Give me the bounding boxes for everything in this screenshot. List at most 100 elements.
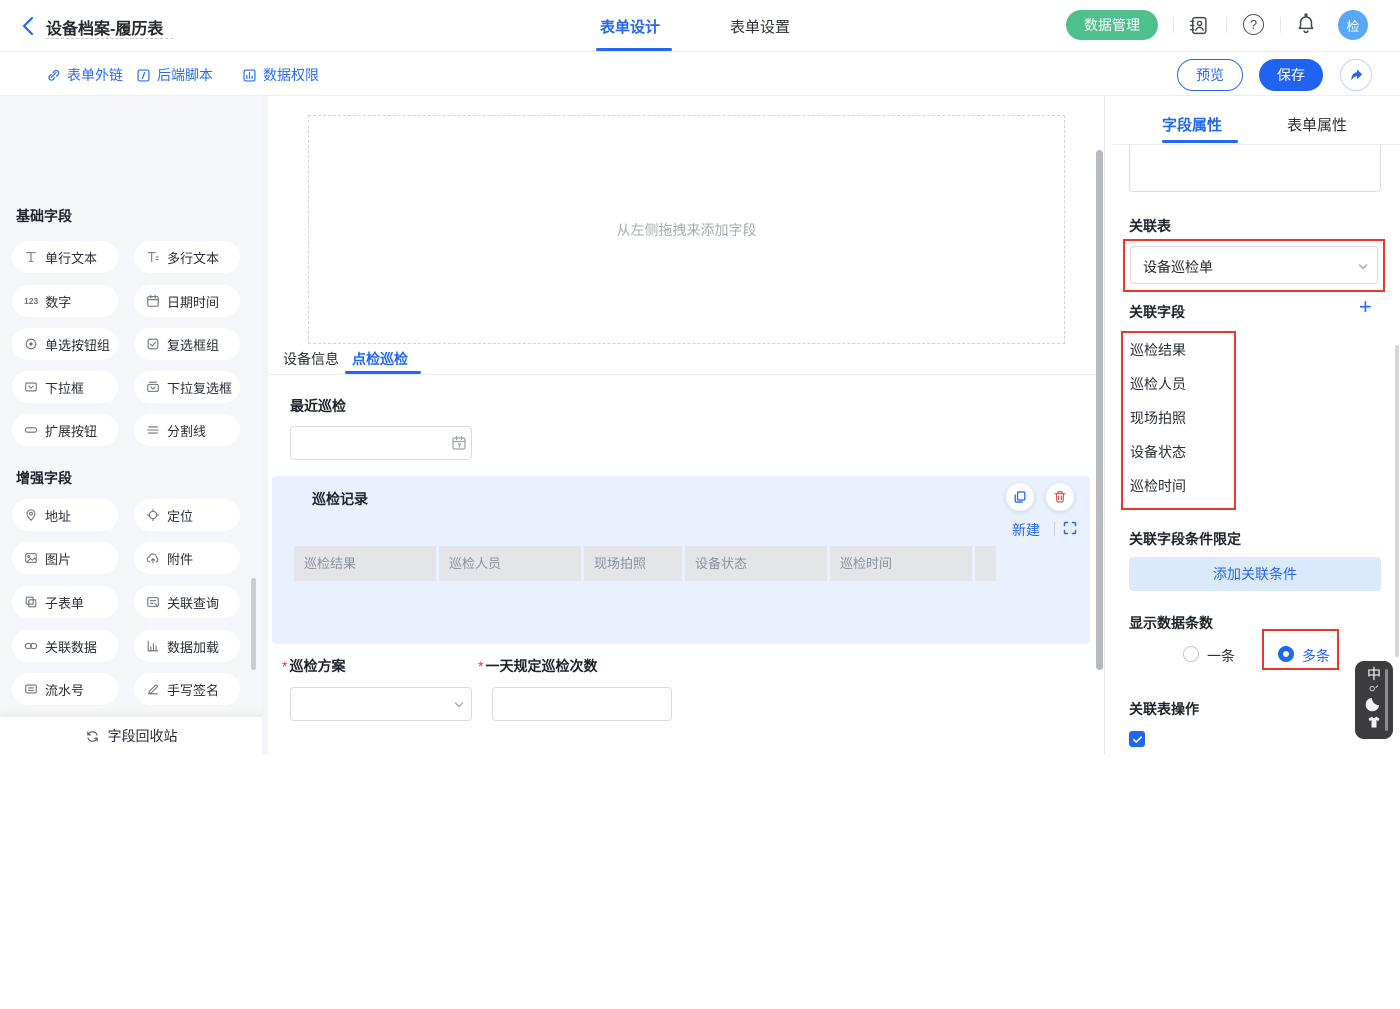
add-related-field-button[interactable]: + bbox=[1359, 294, 1372, 320]
theme-shirt-icon[interactable] bbox=[1365, 714, 1383, 730]
dropzone[interactable]: 从左侧拖拽来添加字段 bbox=[308, 115, 1065, 344]
related-table-value: 设备巡检单 bbox=[1143, 257, 1213, 277]
multi-select-icon bbox=[146, 380, 160, 394]
scrolled-textarea-partial[interactable] bbox=[1129, 145, 1381, 192]
data-manage-button[interactable]: 数据管理 bbox=[1066, 10, 1158, 40]
back-icon[interactable] bbox=[21, 16, 35, 36]
field-pill-multi-select[interactable]: 下拉复选框 bbox=[134, 371, 240, 403]
canvas-tab-device-info[interactable]: 设备信息 bbox=[283, 349, 339, 369]
data-permission-button[interactable]: 数据权限 bbox=[242, 65, 319, 85]
help-icon[interactable]: ? bbox=[1243, 14, 1264, 35]
field-pill-serial-number[interactable]: 流水号 bbox=[12, 673, 118, 705]
field-pill-signature[interactable]: 手写签名 bbox=[134, 673, 240, 705]
link-icon bbox=[46, 68, 61, 83]
subform-block-inspection-records[interactable]: 巡检记录 新建 bbox=[272, 476, 1090, 644]
number-icon: 123 bbox=[24, 296, 38, 306]
field-pill-linked-data[interactable]: 关联数据 bbox=[12, 630, 118, 662]
share-icon bbox=[1348, 67, 1364, 83]
checkbox-group-icon bbox=[146, 337, 160, 351]
panel-tab-underline bbox=[1162, 140, 1238, 143]
language-toggle-icon[interactable]: 中 bbox=[1367, 667, 1381, 682]
widget-scroll-indicator[interactable] bbox=[1385, 669, 1388, 731]
attachment-icon bbox=[146, 551, 160, 565]
tab-form-settings[interactable]: 表单设置 bbox=[730, 16, 790, 37]
extend-button-icon bbox=[24, 423, 38, 437]
radio-single-record[interactable] bbox=[1183, 646, 1199, 662]
expand-icon[interactable] bbox=[1062, 520, 1078, 536]
field-pill-divider-line[interactable]: 分割线 bbox=[134, 414, 240, 446]
inspection-plan-select[interactable] bbox=[290, 687, 472, 721]
canvas-scrollbar[interactable] bbox=[1096, 150, 1103, 670]
save-button[interactable]: 保存 bbox=[1259, 59, 1323, 91]
field-pill-checkbox-group[interactable]: 复选框组 bbox=[134, 328, 240, 360]
panel-scrollbar[interactable] bbox=[1395, 345, 1399, 657]
bell-icon[interactable] bbox=[1295, 12, 1317, 36]
app-header: 设备档案-履历表 表单设计 表单设置 数据管理 ? 检 bbox=[0, 0, 1400, 52]
field-pill-address[interactable]: 地址 bbox=[12, 499, 118, 531]
field-pill-linked-query[interactable]: 关联查询 bbox=[134, 586, 240, 618]
copy-button[interactable] bbox=[1006, 483, 1034, 511]
field-pill-number[interactable]: 123 数字 bbox=[12, 285, 118, 317]
address-book-icon[interactable] bbox=[1188, 15, 1209, 36]
tab-form-properties[interactable]: 表单属性 bbox=[1287, 114, 1347, 135]
section-title-basic-fields: 基础字段 bbox=[16, 206, 72, 226]
location-icon bbox=[146, 508, 160, 522]
backend-script-button[interactable]: 后端脚本 bbox=[136, 65, 213, 85]
radio-multiple-records[interactable] bbox=[1278, 646, 1294, 662]
related-field-item[interactable]: 现场拍照 bbox=[1130, 408, 1186, 428]
avatar[interactable]: 检 bbox=[1338, 10, 1368, 40]
form-external-link-button[interactable]: 表单外链 bbox=[46, 65, 123, 85]
page-title[interactable]: 设备档案-履历表 bbox=[46, 15, 163, 39]
tab-form-design[interactable]: 表单设计 bbox=[600, 16, 660, 37]
multi-text-icon bbox=[146, 250, 160, 264]
related-field-item[interactable]: 巡检人员 bbox=[1130, 374, 1186, 394]
column-header[interactable]: 巡检时间 bbox=[830, 546, 972, 581]
chevron-down-icon bbox=[1357, 261, 1369, 273]
field-pill-data-load[interactable]: 数据加载 bbox=[134, 630, 240, 662]
column-header[interactable]: 巡检结果 bbox=[294, 546, 436, 581]
field-label-daily-count: *一天规定巡检次数 bbox=[478, 656, 597, 676]
share-button[interactable] bbox=[1340, 59, 1372, 91]
field-recycle-bin[interactable]: 字段回收站 bbox=[0, 717, 262, 755]
field-pill-location[interactable]: 定位 bbox=[134, 499, 240, 531]
field-pill-datetime[interactable]: 日期时间 bbox=[134, 285, 240, 317]
field-pill-multi-line-text[interactable]: 多行文本 bbox=[134, 241, 240, 273]
dark-mode-moon-icon[interactable] bbox=[1365, 694, 1383, 712]
radio-single-record-label[interactable]: 一条 bbox=[1207, 646, 1235, 666]
delete-button[interactable] bbox=[1046, 483, 1074, 511]
field-pill-single-line-text[interactable]: 单行文本 bbox=[12, 241, 118, 273]
related-field-item[interactable]: 设备状态 bbox=[1130, 442, 1186, 462]
canvas-tab-inspection[interactable]: 点检巡检 bbox=[352, 349, 408, 369]
recent-inspection-date-input[interactable] bbox=[290, 426, 472, 460]
related-fields-label: 关联字段 bbox=[1129, 302, 1185, 322]
field-pill-attachment[interactable]: 附件 bbox=[134, 542, 240, 574]
language-toggle-sub-icon[interactable] bbox=[1369, 684, 1379, 692]
related-field-item[interactable]: 巡检结果 bbox=[1130, 340, 1186, 360]
column-header-empty bbox=[975, 546, 996, 581]
subform-title: 巡检记录 bbox=[312, 489, 368, 509]
allow-add-checkbox[interactable] bbox=[1129, 731, 1145, 747]
preview-button[interactable]: 预览 bbox=[1177, 59, 1243, 91]
field-pill-extend-button[interactable]: 扩展按钮 bbox=[12, 414, 118, 446]
select-icon bbox=[24, 380, 38, 394]
field-pill-image[interactable]: 图片 bbox=[12, 542, 118, 574]
radio-multiple-records-label[interactable]: 多条 bbox=[1302, 646, 1330, 666]
column-header[interactable]: 设备状态 bbox=[685, 546, 827, 581]
sidebar-scrollbar[interactable] bbox=[251, 578, 256, 670]
column-header[interactable]: 现场拍照 bbox=[584, 546, 682, 581]
field-palette-sidebar: 基础字段 单行文本 多行文本 123 数字 日期时间 单选按钮组 复选框组 下拉… bbox=[0, 96, 262, 755]
field-pill-radio-group[interactable]: 单选按钮组 bbox=[12, 328, 118, 360]
single-text-icon bbox=[24, 250, 38, 264]
column-header[interactable]: 巡检人员 bbox=[439, 546, 581, 581]
daily-count-input[interactable] bbox=[492, 687, 672, 721]
new-record-link[interactable]: 新建 bbox=[1012, 520, 1040, 540]
tab-field-properties[interactable]: 字段属性 bbox=[1162, 114, 1222, 135]
related-table-select[interactable]: 设备巡检单 bbox=[1130, 246, 1378, 284]
datetime-icon bbox=[146, 294, 160, 308]
add-condition-button[interactable]: 添加关联条件 bbox=[1129, 557, 1381, 591]
field-pill-subform[interactable]: 子表单 bbox=[12, 586, 118, 618]
canvas-gutter bbox=[262, 96, 268, 755]
trash-icon bbox=[1053, 490, 1067, 504]
related-field-item[interactable]: 巡检时间 bbox=[1130, 476, 1186, 496]
field-pill-select[interactable]: 下拉框 bbox=[12, 371, 118, 403]
